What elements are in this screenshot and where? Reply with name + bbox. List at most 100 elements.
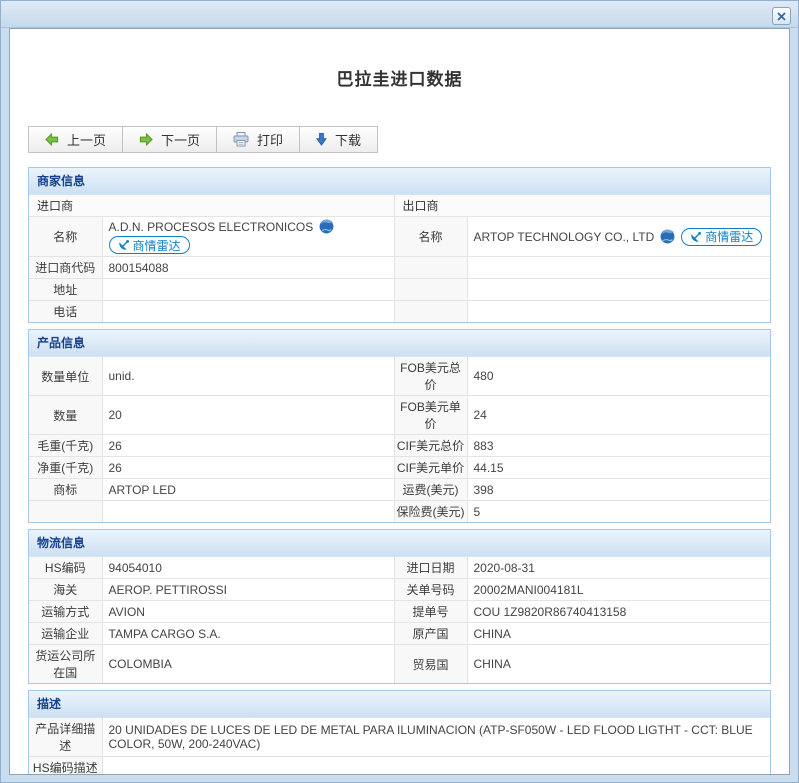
globe-icon[interactable] [660,229,675,244]
table-row: 数量 20 FOB美元单价 24 [29,396,770,435]
globe-icon[interactable] [319,219,334,234]
field-label [394,257,467,279]
table-row: 进口商 出口商 [29,195,770,217]
field-label [29,501,102,523]
section-product-info: 产品信息 数量单位 unid. FOB美元总价 480 数量 20 FOB美元单… [28,329,771,523]
field-label: 毛重(千克) [29,435,102,457]
field-value: 26 [102,435,394,457]
field-value: CHINA [467,645,770,684]
field-label: CIF美元总价 [394,435,467,457]
field-value: COU 1Z9820R86740413158 [467,601,770,623]
prev-page-label: 上一页 [67,130,106,149]
table-row: HS编码 94054010 进口日期 2020-08-31 [29,557,770,579]
table-row: 净重(千克) 26 CIF美元单价 44.15 [29,457,770,479]
field-value: 5 [467,501,770,523]
radar-icon [690,231,702,243]
close-button[interactable] [772,7,791,25]
field-label: 数量 [29,396,102,435]
table-row: 毛重(千克) 26 CIF美元总价 883 [29,435,770,457]
page-title: 巴拉圭进口数据 [28,65,771,90]
field-value: 2020-08-31 [467,557,770,579]
exporter-name: ARTOP TECHNOLOGY CO., LTD [474,230,655,244]
field-value [102,501,394,523]
print-label: 打印 [257,130,283,149]
business-radar-button[interactable]: 商情雷达 [681,228,762,246]
download-icon [316,133,327,146]
table-row: 进口商代码 800154088 [29,257,770,279]
table-row: 海关 AEROP. PETTIROSSI 关单号码 20002MANI00418… [29,579,770,601]
section-title: 物流信息 [29,530,770,557]
field-label [394,301,467,323]
field-value: 26 [102,457,394,479]
field-value: 398 [467,479,770,501]
field-value: 94054010 [102,557,394,579]
field-value: AEROP. PETTIROSSI [102,579,394,601]
exporter-group-header: 出口商 [394,195,770,217]
merchant-table: 进口商 出口商 名称 A.D.N. PROCESOS ELECTRONICOS [29,195,770,322]
section-merchant-info: 商家信息 进口商 出口商 名称 A.D.N. PROCESOS ELECTRON… [28,167,771,323]
table-row: 地址 [29,279,770,301]
field-value: COLOMBIA [102,645,394,684]
dialog-titlebar [1,1,798,28]
field-label: 名称 [394,217,467,257]
field-value: unid. [102,357,394,396]
field-label: 地址 [29,279,102,301]
field-label: 货运公司所在国 [29,645,102,684]
printer-icon [233,132,249,147]
field-label: 运费(美元) [394,479,467,501]
field-label: 关单号码 [394,579,467,601]
field-label: 保险费(美元) [394,501,467,523]
section-description: 描述 产品详细描述 20 UNIDADES DE LUCES DE LED DE… [28,690,771,775]
radar-icon [118,239,130,251]
field-label: 净重(千克) [29,457,102,479]
importer-name: A.D.N. PROCESOS ELECTRONICOS [109,220,314,234]
table-row: 名称 A.D.N. PROCESOS ELECTRONICOS [29,217,770,257]
table-row: 数量单位 unid. FOB美元总价 480 [29,357,770,396]
field-value [467,279,770,301]
radar-label: 商情雷达 [133,237,181,254]
field-label: HS编码描述 [29,757,102,776]
arrow-right-icon [139,133,153,146]
table-row: HS编码描述 [29,757,770,776]
section-title: 产品信息 [29,330,770,357]
dialog-body: 巴拉圭进口数据 上一页 下一页 打印 [9,28,790,775]
importer-group-header: 进口商 [29,195,394,217]
field-label: 商标 [29,479,102,501]
field-label: CIF美元单价 [394,457,467,479]
table-row: 保险费(美元) 5 [29,501,770,523]
download-button[interactable]: 下载 [300,126,378,153]
field-value: CHINA [467,623,770,645]
field-value: 20 UNIDADES DE LUCES DE LED DE METAL PAR… [102,718,770,757]
field-label: 进口商代码 [29,257,102,279]
field-value: ARTOP LED [102,479,394,501]
logistics-table: HS编码 94054010 进口日期 2020-08-31 海关 AEROP. … [29,557,770,683]
field-label: 名称 [29,217,102,257]
field-value [467,257,770,279]
next-page-label: 下一页 [161,130,200,149]
field-value: 480 [467,357,770,396]
close-icon [777,12,786,21]
field-value: 44.15 [467,457,770,479]
field-label: HS编码 [29,557,102,579]
print-button[interactable]: 打印 [217,126,300,153]
field-value: 20002MANI004181L [467,579,770,601]
field-value: AVION [102,601,394,623]
field-value [102,757,770,776]
description-table: 产品详细描述 20 UNIDADES DE LUCES DE LED DE ME… [29,718,770,775]
field-label: 海关 [29,579,102,601]
field-label: 提单号 [394,601,467,623]
table-row: 运输企业 TAMPA CARGO S.A. 原产国 CHINA [29,623,770,645]
field-value: 24 [467,396,770,435]
field-label: 电话 [29,301,102,323]
table-row: 产品详细描述 20 UNIDADES DE LUCES DE LED DE ME… [29,718,770,757]
field-value [102,279,394,301]
prev-page-button[interactable]: 上一页 [28,126,123,153]
field-value: TAMPA CARGO S.A. [102,623,394,645]
next-page-button[interactable]: 下一页 [123,126,217,153]
section-title: 描述 [29,691,770,718]
table-row: 电话 [29,301,770,323]
business-radar-button[interactable]: 商情雷达 [109,236,190,254]
field-label: FOB美元单价 [394,396,467,435]
field-label: 进口日期 [394,557,467,579]
download-label: 下载 [335,130,361,149]
